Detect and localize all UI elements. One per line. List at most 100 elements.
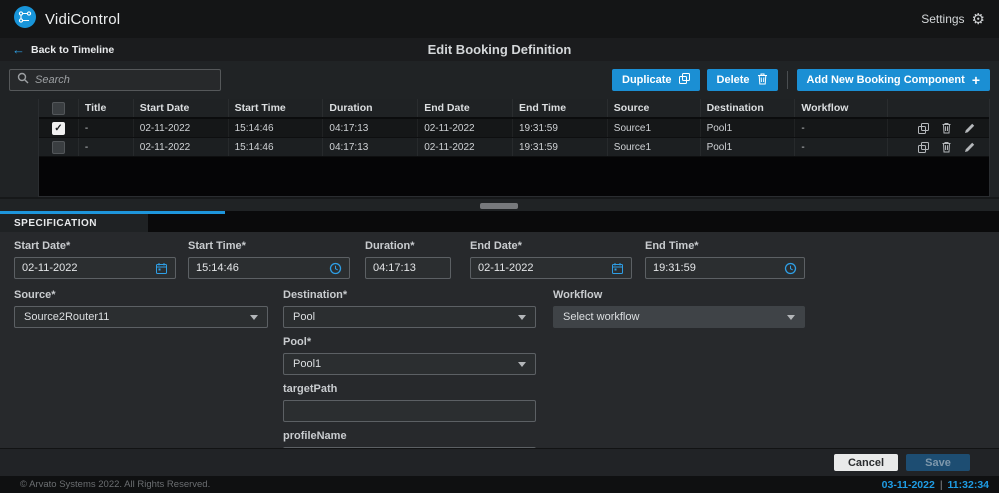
tab-bar: SPECIFICATION bbox=[0, 211, 999, 232]
column-header-end-date[interactable]: End Date bbox=[418, 99, 513, 117]
caret-down-icon bbox=[787, 315, 795, 320]
start-time-input[interactable] bbox=[188, 257, 350, 279]
cell-title: - bbox=[79, 138, 134, 156]
column-header-start-time[interactable]: Start Time bbox=[229, 99, 324, 117]
row-copy-icon[interactable] bbox=[918, 123, 929, 134]
save-button[interactable]: Save bbox=[906, 454, 970, 471]
end-date-label: End Date* bbox=[470, 240, 632, 252]
end-date-value[interactable] bbox=[478, 262, 606, 274]
table-row[interactable]: - 02-11-2022 15:14:46 04:17:13 02-11-202… bbox=[39, 119, 989, 138]
column-header-workflow[interactable]: Workflow bbox=[795, 99, 888, 117]
add-button-label: Add New Booking Component bbox=[807, 74, 965, 86]
row-edit-pencil-icon[interactable] bbox=[964, 142, 975, 153]
search-box[interactable] bbox=[9, 69, 221, 91]
clock-icon[interactable] bbox=[329, 262, 342, 275]
cell-destination: Pool1 bbox=[701, 119, 796, 137]
cell-actions bbox=[888, 119, 989, 137]
caret-down-icon bbox=[518, 362, 526, 367]
row-copy-icon[interactable] bbox=[918, 142, 929, 153]
duplicate-button[interactable]: Duplicate bbox=[612, 69, 700, 91]
delete-button[interactable]: Delete bbox=[707, 69, 778, 91]
start-date-input[interactable] bbox=[14, 257, 176, 279]
nav-bar: Edit Booking Definition ← Back to Timeli… bbox=[0, 38, 999, 61]
start-date-value[interactable] bbox=[22, 262, 150, 274]
destination-dropdown[interactable]: Pool bbox=[283, 306, 536, 328]
row-edit-pencil-icon[interactable] bbox=[964, 123, 975, 134]
pool-dropdown-value: Pool1 bbox=[293, 358, 321, 370]
target-path-input[interactable] bbox=[283, 400, 536, 422]
cell-actions bbox=[888, 138, 989, 156]
calendar-icon[interactable] bbox=[611, 262, 624, 275]
top-bar: VidiControl Settings ⚙ bbox=[0, 0, 999, 38]
copyright-text: © Arvato Systems 2022. All Rights Reserv… bbox=[20, 479, 210, 490]
pool-dropdown[interactable]: Pool1 bbox=[283, 353, 536, 375]
table-header-row: Title Start Date Start Time Duration End… bbox=[39, 99, 989, 119]
toolbar-divider bbox=[787, 71, 788, 89]
source-field: Source* Source2Router11 bbox=[14, 289, 268, 328]
end-time-field: End Time* bbox=[645, 240, 805, 279]
delete-button-label: Delete bbox=[717, 74, 750, 86]
profile-name-input[interactable] bbox=[283, 447, 536, 448]
cell-destination: Pool1 bbox=[701, 138, 796, 156]
header-checkbox-cell bbox=[39, 99, 79, 117]
profile-name-label: profileName bbox=[283, 430, 536, 442]
column-header-actions bbox=[888, 99, 989, 117]
search-icon bbox=[17, 71, 29, 89]
column-header-end-time[interactable]: End Time bbox=[513, 99, 608, 117]
tab-specification[interactable]: SPECIFICATION bbox=[0, 211, 148, 232]
duration-field: Duration* bbox=[365, 240, 451, 279]
end-date-field: End Date* bbox=[470, 240, 632, 279]
calendar-icon[interactable] bbox=[155, 262, 168, 275]
duration-label: Duration* bbox=[365, 240, 451, 252]
cell-source: Source1 bbox=[608, 138, 701, 156]
cancel-button[interactable]: Cancel bbox=[834, 454, 898, 471]
splitter-drag-handle[interactable] bbox=[480, 203, 518, 209]
vidicontrol-logo-icon bbox=[14, 6, 36, 33]
duration-input[interactable] bbox=[365, 257, 451, 279]
workflow-dropdown[interactable]: Select workflow bbox=[553, 306, 805, 328]
source-label: Source* bbox=[14, 289, 268, 301]
end-time-value[interactable] bbox=[653, 262, 779, 274]
start-time-value[interactable] bbox=[196, 262, 324, 274]
cell-end-date: 02-11-2022 bbox=[418, 119, 513, 137]
row-checkbox[interactable] bbox=[52, 141, 65, 154]
select-all-checkbox[interactable] bbox=[52, 102, 65, 115]
gear-icon: ⚙ bbox=[972, 12, 985, 27]
start-date-label: Start Date* bbox=[14, 240, 176, 252]
footer-date: 03-11-2022 bbox=[882, 479, 935, 491]
end-time-input[interactable] bbox=[645, 257, 805, 279]
target-path-value[interactable] bbox=[291, 405, 528, 417]
source-dropdown[interactable]: Source2Router11 bbox=[14, 306, 268, 328]
brand: VidiControl bbox=[14, 6, 120, 33]
row-trash-icon[interactable] bbox=[942, 142, 951, 153]
column-header-start-date[interactable]: Start Date bbox=[134, 99, 229, 117]
row-checkbox-cell bbox=[39, 119, 79, 137]
source-dropdown-value: Source2Router11 bbox=[24, 311, 109, 323]
column-header-duration[interactable]: Duration bbox=[323, 99, 418, 117]
clock-icon[interactable] bbox=[784, 262, 797, 275]
target-path-field: targetPath bbox=[283, 383, 536, 422]
row-trash-icon[interactable] bbox=[942, 123, 951, 134]
column-header-title[interactable]: Title bbox=[79, 99, 134, 117]
target-path-label: targetPath bbox=[283, 383, 536, 395]
cell-start-time: 15:14:46 bbox=[229, 119, 324, 137]
column-header-destination[interactable]: Destination bbox=[701, 99, 796, 117]
row-checkbox[interactable] bbox=[52, 122, 65, 135]
cell-start-date: 02-11-2022 bbox=[134, 138, 229, 156]
end-date-input[interactable] bbox=[470, 257, 632, 279]
table-row[interactable]: - 02-11-2022 15:14:46 04:17:13 02-11-202… bbox=[39, 138, 989, 157]
add-new-booking-component-button[interactable]: Add New Booking Component + bbox=[797, 69, 990, 91]
footer-datetime: 03-11-2022 | 11:32:34 bbox=[882, 479, 989, 491]
cell-start-date: 02-11-2022 bbox=[134, 119, 229, 137]
plus-icon: + bbox=[972, 73, 980, 87]
search-input[interactable] bbox=[35, 74, 213, 86]
duration-value[interactable] bbox=[373, 262, 443, 274]
start-time-label: Start Time* bbox=[188, 240, 350, 252]
workflow-field: Workflow Select workflow bbox=[553, 289, 805, 328]
cell-end-time: 19:31:59 bbox=[513, 119, 608, 137]
table-empty-area bbox=[39, 157, 989, 196]
cell-start-time: 15:14:46 bbox=[229, 138, 324, 156]
settings-button[interactable]: Settings ⚙ bbox=[921, 12, 985, 27]
column-header-source[interactable]: Source bbox=[608, 99, 701, 117]
duplicate-button-label: Duplicate bbox=[622, 74, 672, 86]
